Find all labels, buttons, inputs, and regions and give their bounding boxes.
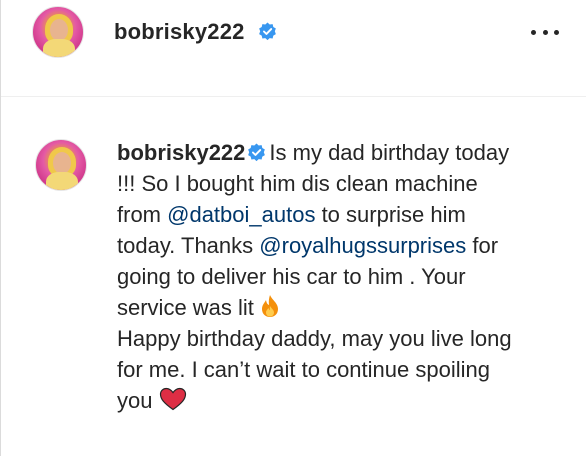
more-dot [542, 29, 548, 35]
avatar-face [53, 152, 71, 174]
post-header: bobrisky222 [1, 0, 586, 97]
verified-badge-icon [259, 22, 276, 41]
more-dot [531, 29, 536, 35]
verified-badge-icon [248, 143, 266, 161]
profile-avatar[interactable] [32, 6, 84, 58]
avatar-face [50, 19, 68, 41]
post-panel: bobrisky222 bobrisky222 Is my dad birthd… [0, 0, 586, 456]
avatar-body [43, 39, 75, 57]
red-heart-emoji-icon [159, 388, 186, 411]
header-username-link[interactable]: bobrisky222 [114, 19, 245, 45]
post-caption: bobrisky222 Is my dad birthday today !!!… [117, 137, 517, 416]
more-dot [554, 29, 559, 35]
avatar-body [46, 172, 78, 190]
caption-username-link[interactable]: bobrisky222 [117, 140, 245, 165]
more-options-icon[interactable] [531, 22, 559, 42]
mention-link-datboi-autos[interactable]: @datboi_autos [167, 202, 315, 227]
caption-avatar[interactable] [35, 139, 87, 191]
fire-emoji-icon [262, 295, 279, 318]
mention-link-royalhugssurprises[interactable]: @royalhugssurprises [259, 233, 466, 258]
